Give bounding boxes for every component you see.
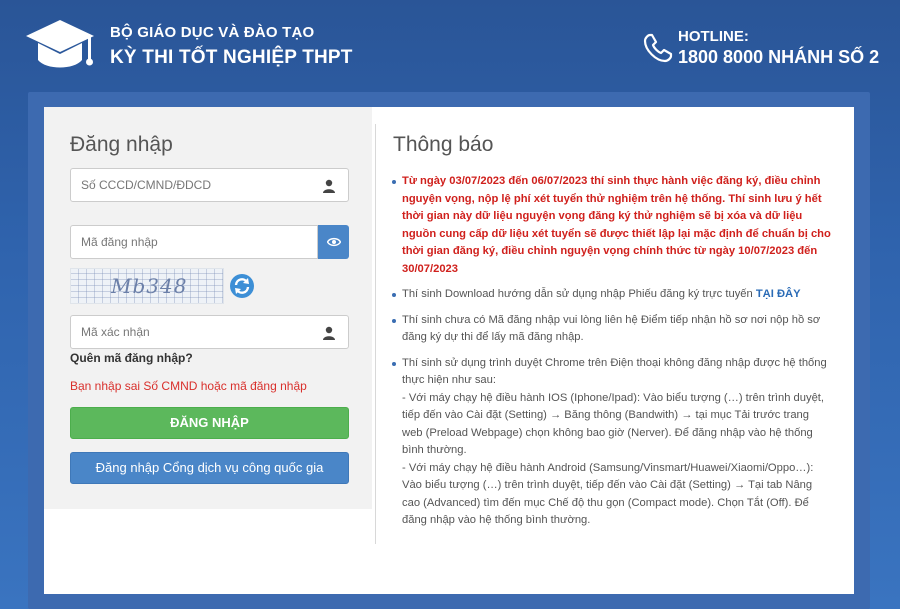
org-name: BỘ GIÁO DỤC VÀ ĐÀO TẠO: [110, 24, 315, 41]
user-icon: [323, 179, 335, 193]
brand: BỘ GIÁO DỤC VÀ ĐÀO TẠO KỲ THI TỐT NGHIỆP…: [110, 24, 353, 69]
site-header: BỘ GIÁO DỤC VÀ ĐÀO TẠO KỲ THI TỐT NGHIỆP…: [0, 0, 900, 92]
public-portal-login-button[interactable]: Đăng nhập Cổng dịch vụ công quốc gia: [70, 452, 349, 484]
login-code-field: [70, 225, 318, 259]
forgot-code-link[interactable]: Quên mã đăng nhập?: [70, 351, 193, 365]
notice-list: Từ ngày 03/07/2023 đến 06/07/2023 thí si…: [392, 173, 832, 538]
eye-icon: [326, 237, 341, 247]
login-button[interactable]: ĐĂNG NHẬP: [70, 407, 349, 439]
user-icon: [323, 326, 335, 340]
notice-item: Thí sinh Download hướng dẫn sử dụng nhập…: [392, 286, 832, 304]
notice-item: Thí sinh chưa có Mã đăng nhập vui lòng l…: [392, 312, 832, 347]
hotline-label: HOTLINE:: [678, 28, 749, 45]
notice-item: Thí sinh sử dụng trình duyệt Chrome trên…: [392, 355, 832, 530]
login-code-input[interactable]: [81, 226, 311, 258]
download-guide-link[interactable]: TẠI ĐÂY: [756, 288, 801, 300]
show-password-button[interactable]: [318, 225, 349, 259]
graduation-cap-icon: [26, 20, 94, 68]
notice-text: Thí sinh Download hướng dẫn sử dụng nhập…: [402, 288, 756, 300]
hotline-number: 1800 8000 NHÁNH SỐ 2: [678, 47, 880, 67]
captcha-field: [70, 315, 349, 349]
hotline: HOTLINE: 1800 8000 NHÁNH SỐ 2: [678, 28, 879, 68]
captcha-input[interactable]: [81, 316, 311, 348]
login-title: Đăng nhập: [70, 133, 173, 156]
exam-name: KỲ THI TỐT NGHIỆP THPT: [110, 47, 353, 68]
refresh-icon[interactable]: [229, 273, 255, 299]
notice-title: Thông báo: [393, 133, 494, 156]
notice-android-instructions: - Với máy chạy hệ điều hành Android (Sam…: [402, 461, 814, 527]
notice-text: Thí sinh sử dụng trình duyệt Chrome trên…: [402, 356, 827, 387]
error-message: Bạn nhập sai Số CMND hoặc mã đăng nhập: [70, 379, 307, 393]
notice-item: Từ ngày 03/07/2023 đến 06/07/2023 thí si…: [392, 173, 832, 278]
captcha-image: Mb348: [70, 268, 224, 304]
id-number-input[interactable]: [81, 169, 311, 201]
phone-icon: [643, 33, 673, 63]
id-number-field: [70, 168, 349, 202]
captcha-text: Mb348: [111, 274, 188, 298]
divider: [375, 124, 376, 544]
notice-ios-instructions: - Với máy chạy hệ điều hành IOS (Iphone/…: [402, 391, 825, 457]
